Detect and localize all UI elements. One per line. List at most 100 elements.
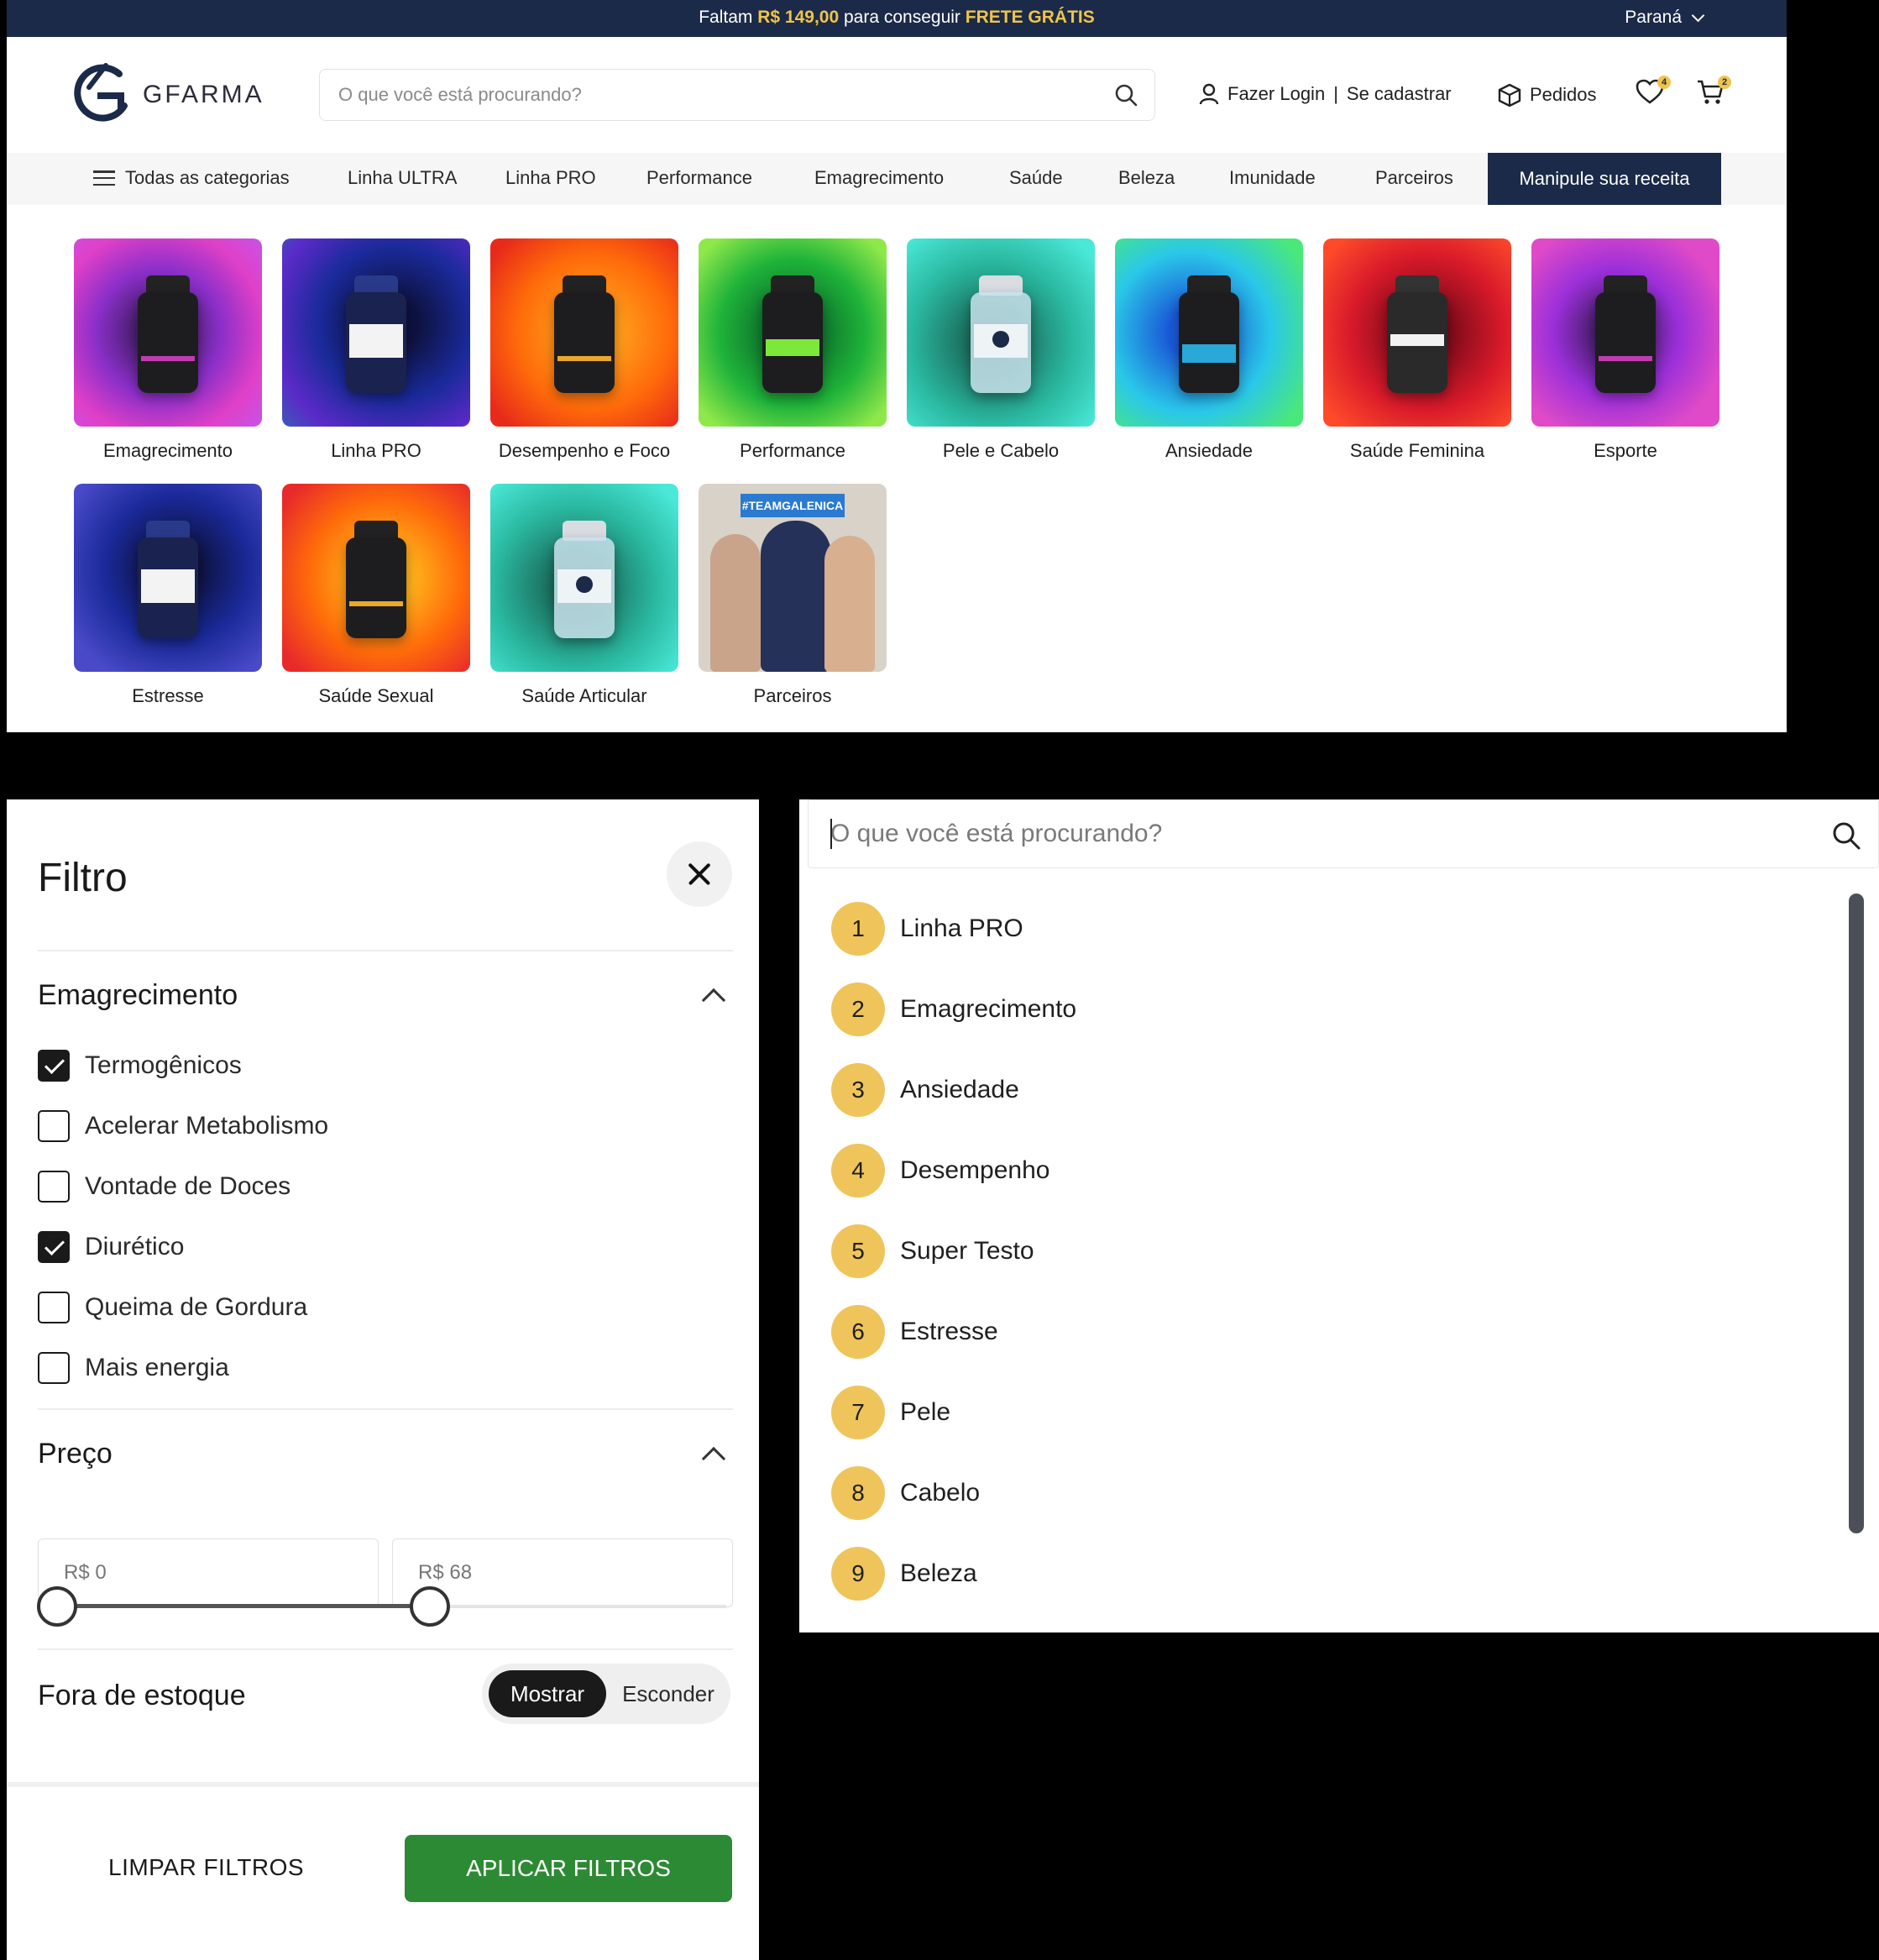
- checkbox[interactable]: [38, 1110, 70, 1142]
- category-label: Parceiros: [753, 685, 832, 706]
- clear-filters-button[interactable]: LIMPAR FILTROS: [108, 1854, 304, 1881]
- category-label: Desempenho e Foco: [498, 440, 671, 461]
- price-slider-range: [50, 1604, 428, 1608]
- region-selector[interactable]: Paraná: [1625, 8, 1705, 28]
- search-icon[interactable]: [1831, 820, 1861, 851]
- checkbox[interactable]: [38, 1352, 70, 1384]
- category-label: Saúde Feminina: [1349, 440, 1485, 461]
- checkbox[interactable]: [38, 1231, 70, 1263]
- suggestion-item[interactable]: 3 Ansiedade: [831, 1063, 1019, 1117]
- rank-badge: 3: [831, 1063, 885, 1117]
- nav-item-imunidade[interactable]: Imunidade: [1229, 167, 1316, 189]
- filter-option[interactable]: Acelerar Metabolismo: [38, 1110, 328, 1142]
- search-icon[interactable]: [1114, 83, 1138, 107]
- category-card[interactable]: Saúde Articular: [490, 484, 678, 707]
- partners-photo: #TEAMGALENICA: [699, 484, 887, 672]
- free-shipping-message: Faltam R$ 149,00 para conseguir FRETE GR…: [7, 8, 1787, 28]
- product-bottle-icon: [346, 521, 406, 638]
- wishlist-button[interactable]: 4: [1636, 76, 1671, 109]
- price-title: Preço: [38, 1438, 113, 1470]
- category-card[interactable]: Linha PRO: [282, 238, 470, 462]
- category-image: [907, 238, 1095, 427]
- suggest-search-input[interactable]: [830, 800, 1804, 867]
- stock-hide-option[interactable]: Esconder: [611, 1670, 725, 1717]
- nav-item-saude[interactable]: Saúde: [1009, 167, 1063, 189]
- menu-icon: [93, 170, 115, 186]
- category-card[interactable]: Saúde Sexual: [282, 484, 470, 707]
- cart-button[interactable]: 2: [1696, 76, 1731, 109]
- scrollbar[interactable]: [1849, 894, 1864, 1533]
- orders-link[interactable]: Pedidos: [1498, 83, 1597, 107]
- nav-item-linha-ultra[interactable]: Linha ULTRA: [348, 167, 457, 189]
- suggestion-item[interactable]: 9 Beleza: [831, 1547, 977, 1601]
- rank-badge: 1: [831, 902, 885, 956]
- stock-show-option[interactable]: Mostrar: [489, 1670, 606, 1717]
- checkbox[interactable]: [38, 1050, 70, 1082]
- checkbox[interactable]: [38, 1171, 70, 1203]
- product-bottle-icon: [554, 275, 615, 393]
- category-card[interactable]: Performance: [699, 238, 887, 462]
- category-label: Emagrecimento: [102, 440, 233, 461]
- filter-option[interactable]: Termogênicos: [38, 1050, 242, 1082]
- price-slider-min-handle[interactable]: [37, 1586, 77, 1627]
- rank-badge: 5: [831, 1224, 885, 1278]
- rank-badge: 4: [831, 1144, 885, 1197]
- stock-title: Fora de estoque: [38, 1680, 246, 1711]
- category-label: Saúde Articular: [521, 685, 647, 706]
- filter-option[interactable]: Mais energia: [38, 1352, 229, 1384]
- prescription-button[interactable]: Manipule sua receita: [1488, 153, 1721, 205]
- close-icon[interactable]: [667, 841, 732, 907]
- category-card[interactable]: Ansiedade: [1115, 238, 1303, 462]
- category-nav: Todas as categorias Linha ULTRA Linha PR…: [7, 153, 1787, 205]
- logo[interactable]: GFARMA: [72, 62, 264, 128]
- suggestion-label: Cabelo: [900, 1479, 981, 1507]
- suggestion-item[interactable]: 4 Desempenho: [831, 1144, 1049, 1197]
- user-icon: [1199, 83, 1219, 105]
- suggestion-item[interactable]: 2 Emagrecimento: [831, 983, 1076, 1036]
- checkbox[interactable]: [38, 1292, 70, 1323]
- category-card[interactable]: Esporte: [1531, 238, 1719, 462]
- category-card[interactable]: #TEAMGALENICA Parceiros: [699, 484, 887, 707]
- product-bottle-icon: [554, 521, 615, 638]
- login-link[interactable]: Fazer Login: [1227, 83, 1325, 105]
- promo-highlight: FRETE GRÁTIS: [965, 8, 1095, 27]
- site-header: GFARMA Fazer Login | Se cadastrar Pedido: [7, 37, 1787, 153]
- suggestion-label: Desempenho: [900, 1156, 1050, 1184]
- price-min-input[interactable]: R$ 0: [38, 1538, 379, 1607]
- rank-badge: 9: [831, 1547, 885, 1601]
- suggestion-item[interactable]: 8 Cabelo: [831, 1466, 980, 1520]
- nav-item-parceiros[interactable]: Parceiros: [1375, 167, 1453, 189]
- nav-item-linha-pro[interactable]: Linha PRO: [505, 167, 596, 189]
- filter-option[interactable]: Queima de Gordura: [38, 1292, 307, 1323]
- category-card[interactable]: Desempenho e Foco: [490, 238, 678, 462]
- filter-option[interactable]: Diurético: [38, 1231, 184, 1263]
- category-card[interactable]: Saúde Feminina: [1323, 238, 1511, 462]
- category-image: [282, 238, 470, 427]
- nav-item-performance[interactable]: Performance: [646, 167, 752, 189]
- register-link[interactable]: Se cadastrar: [1347, 83, 1452, 105]
- all-categories-menu[interactable]: Todas as categorias: [93, 167, 290, 189]
- suggestion-item[interactable]: 6 Estresse: [831, 1305, 998, 1359]
- suggestion-label: Pele: [900, 1398, 951, 1426]
- suggestion-item[interactable]: 7 Pele: [831, 1386, 950, 1439]
- nav-item-beleza[interactable]: Beleza: [1118, 167, 1175, 189]
- price-slider-max-handle[interactable]: [410, 1586, 450, 1627]
- filter-option-label: Diurético: [85, 1233, 185, 1260]
- category-image: [1323, 238, 1511, 427]
- apply-filters-button[interactable]: APLICAR FILTROS: [405, 1835, 732, 1902]
- rank-badge: 6: [831, 1305, 885, 1359]
- filter-option[interactable]: Vontade de Doces: [38, 1171, 290, 1203]
- category-card[interactable]: Estresse: [74, 484, 262, 707]
- product-bottle-icon: [1179, 275, 1239, 393]
- promo-bar: Faltam R$ 149,00 para conseguir FRETE GR…: [7, 0, 1787, 37]
- suggestion-item[interactable]: 1 Linha PRO: [831, 902, 1023, 956]
- text-cursor: [830, 819, 832, 849]
- category-label: Linha PRO: [331, 440, 421, 461]
- logo-mark-icon: [74, 63, 128, 122]
- header-search-input[interactable]: [338, 70, 1094, 120]
- category-card[interactable]: Pele e Cabelo: [907, 238, 1095, 462]
- category-card[interactable]: Emagrecimento: [74, 238, 262, 462]
- nav-item-emagrecimento[interactable]: Emagrecimento: [814, 167, 944, 189]
- product-bottle-icon: [138, 521, 198, 638]
- suggestion-item[interactable]: 5 Super Testo: [831, 1224, 1034, 1278]
